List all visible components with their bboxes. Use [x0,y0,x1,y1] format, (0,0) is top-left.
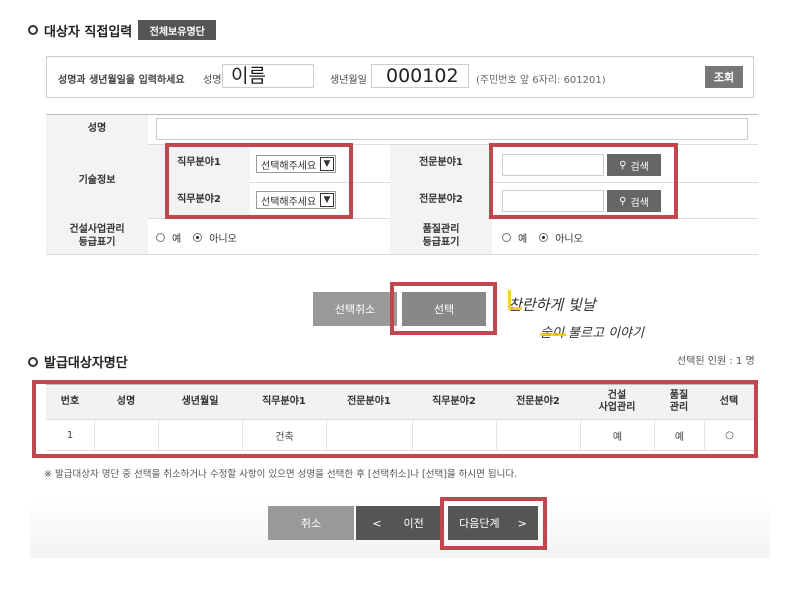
form-divider [46,254,758,255]
direct-input-title-row: 대상자 직접입력 전체보유명단 [28,20,217,40]
quality-grade-label: 품질관리 등급표기 [390,219,492,254]
form-name-label: 성명 [87,123,107,135]
highlight-specialty-fields [489,143,678,219]
radio-label-yes: 예 [172,234,182,245]
lookup-name-input[interactable]: 이름 [222,64,314,88]
issue-list-note: ※ 발급대상자 명단 중 선택을 취소하거나 수정할 사항이 있으면 성명을 선… [44,469,518,480]
issue-list-title-row: 발급대상자명단 [28,352,128,371]
highlight-job-fields [165,143,353,219]
prev-button-label: 이전 [403,517,424,530]
handwriting-yellow-mark [540,320,566,336]
construction-grade-radios: 예 아니오 [156,230,245,245]
highlight-select-button [390,282,497,335]
chevron-left-icon: < [372,516,382,530]
construction-grade-label: 건설사업관리 등급표기 [46,219,148,254]
lookup-birth-value: 000102 [386,65,459,87]
all-holders-button[interactable]: 전체보유명단 [138,20,217,40]
construction-no-radio[interactable] [193,233,203,242]
highlight-issue-table [32,380,758,458]
quality-grade-radios: 예 아니오 [502,230,591,245]
specialty2-label: 전문분야2 [419,193,463,205]
bullet-circle-icon [28,25,38,35]
lookup-birth-label: 생년월일 [330,75,367,86]
lookup-birth-hint: (주민번호 앞 6자리: 601201) [476,75,606,86]
handwriting-yellow-mark [508,290,522,310]
specialty1-label: 전문분야1 [419,157,463,169]
lookup-name-value: 이름 [231,65,266,87]
cancel-button[interactable]: 취소 [268,506,354,540]
highlight-next-button [440,497,547,550]
lookup-prompt: 성명과 생년월일을 입력하세요 [58,75,185,86]
quality-grade-label-line1: 품질관리 [422,224,460,235]
prev-button[interactable]: < 이전 [356,506,440,540]
lookup-birth-input[interactable]: 000102 [371,64,469,88]
tech-info-label: 기술정보 [78,175,116,187]
quality-grade-label-line2: 등급표기 [422,236,460,248]
radio-label-no: 아니오 [555,234,583,245]
lookup-name-label: 성명 [203,75,222,86]
quality-no-radio[interactable] [539,233,549,242]
form-top-border [46,114,758,115]
radio-label-no: 아니오 [209,234,237,245]
bullet-circle-icon [28,356,38,367]
section-title-issue-list: 발급대상자명단 [44,356,128,371]
form-name-input[interactable] [156,118,748,140]
construction-yes-radio[interactable] [156,233,165,242]
selected-count: 선택된 인원 : 1 명 [677,356,755,367]
cancel-selection-button[interactable]: 선택취소 [313,292,397,326]
construction-grade-label-line1: 건설사업관리 [69,224,125,235]
quality-yes-radio[interactable] [502,233,511,242]
lookup-button[interactable]: 조회 [705,66,743,88]
radio-label-yes: 예 [518,234,528,245]
construction-grade-label-line2: 등급표기 [78,236,116,248]
section-title-direct-input: 대상자 직접입력 [44,24,133,40]
